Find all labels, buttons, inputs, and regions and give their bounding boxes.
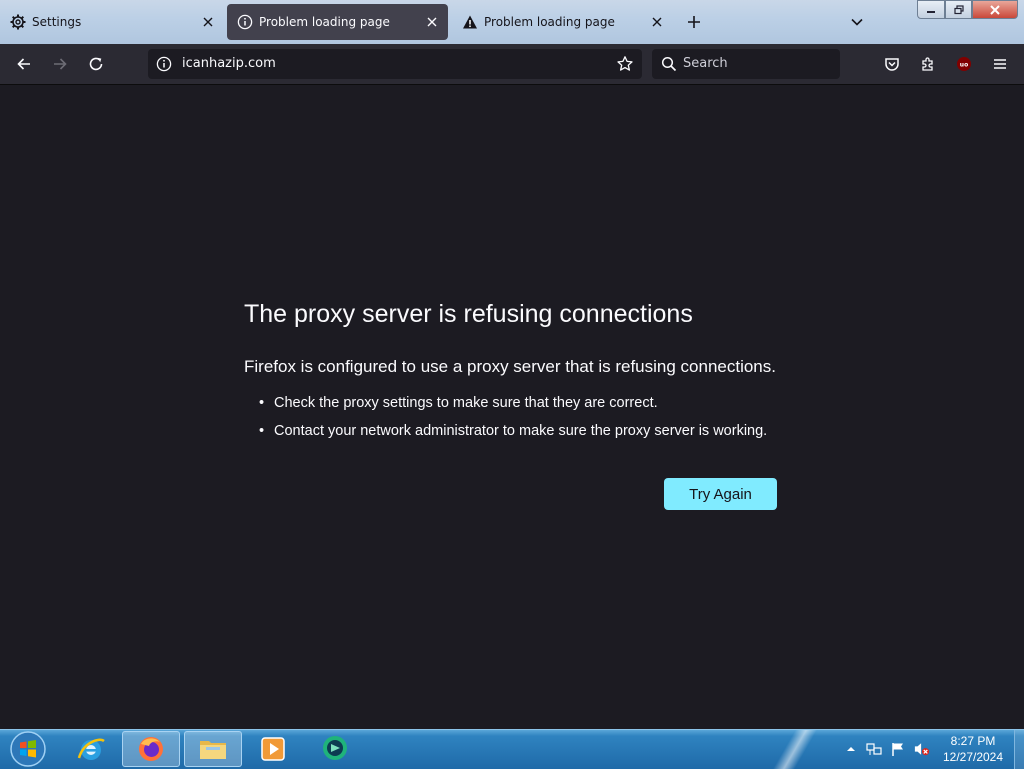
arrow-right-icon — [54, 58, 67, 70]
tab-settings[interactable]: Settings — [0, 4, 224, 40]
network-icon[interactable] — [866, 741, 882, 757]
error-page: The proxy server is refusing connections… — [0, 85, 1024, 729]
chat-app-icon — [323, 736, 347, 760]
search-placeholder: Search — [683, 56, 728, 71]
back-button[interactable] — [12, 52, 36, 76]
folder-icon — [200, 741, 226, 759]
chevron-up-icon — [847, 747, 855, 751]
taskbar-glare — [770, 730, 820, 769]
close-icon[interactable] — [649, 14, 665, 30]
app-menu-button[interactable] — [988, 52, 1012, 76]
media-player-icon — [261, 737, 285, 761]
close-icon[interactable] — [424, 14, 440, 30]
search-icon — [661, 56, 677, 76]
suggestion-text: Check the proxy settings to make sure th… — [274, 395, 658, 411]
url-bar[interactable]: icanhazip.com — [148, 49, 642, 79]
media-player-taskbar-button[interactable] — [244, 731, 302, 767]
pocket-button[interactable] — [880, 52, 904, 76]
tab-problem-loading[interactable]: Problem loading page — [452, 4, 673, 40]
windows-taskbar: 8:27 PM 12/27/2024 — [0, 729, 1024, 769]
system-clock[interactable]: 8:27 PM 12/27/2024 — [936, 733, 1010, 765]
hamburger-menu-icon — [994, 59, 1006, 69]
file-explorer-taskbar-button[interactable] — [184, 731, 242, 767]
error-description: Firefox is configured to use a proxy ser… — [244, 357, 776, 376]
new-tab-button[interactable] — [684, 12, 704, 32]
start-button[interactable] — [0, 731, 56, 767]
url-text[interactable]: icanhazip.com — [182, 56, 276, 71]
close-icon — [990, 4, 1000, 15]
navigation-toolbar: icanhazip.com Search uo — [0, 44, 1024, 85]
list-all-tabs-button[interactable] — [847, 12, 867, 32]
extensions-button[interactable] — [916, 52, 940, 76]
plus-icon — [688, 16, 700, 28]
error-title: The proxy server is refusing connections — [244, 300, 693, 328]
clock-time: 8:27 PM — [950, 734, 996, 748]
warning-icon — [462, 14, 478, 30]
restore-icon — [953, 4, 964, 14]
restore-button[interactable] — [945, 0, 972, 19]
show-hidden-icons-button[interactable] — [843, 741, 859, 757]
site-info-icon[interactable] — [156, 56, 172, 76]
internet-explorer-taskbar-button[interactable] — [62, 731, 120, 767]
tab-label: Settings — [32, 15, 82, 29]
list-item: • Contact your network administrator to m… — [259, 423, 768, 439]
arrow-left-icon — [17, 58, 30, 70]
clock-date: 12/27/2024 — [942, 750, 1004, 764]
puzzle-icon — [922, 57, 933, 71]
list-item: • Check the proxy settings to make sure t… — [259, 395, 658, 411]
minimize-button[interactable] — [917, 0, 945, 19]
tab-problem-loading-active[interactable]: Problem loading page — [227, 4, 448, 40]
tab-label: Problem loading page — [484, 15, 615, 29]
suggestion-text: Contact your network administrator to ma… — [274, 423, 768, 439]
ublock-origin-button[interactable]: uo — [952, 52, 976, 76]
messenger-taskbar-button[interactable] — [306, 731, 364, 767]
error-suggestions: • Check the proxy settings to make sure t… — [259, 395, 767, 451]
action-center-flag-icon[interactable] — [890, 741, 906, 757]
reload-icon — [89, 57, 103, 71]
pocket-icon — [885, 58, 899, 71]
try-again-button[interactable]: Try Again — [664, 478, 777, 510]
volume-muted-icon[interactable] — [914, 741, 930, 757]
info-icon — [237, 14, 253, 30]
gear-icon — [10, 14, 26, 30]
windows-start-icon — [10, 731, 46, 767]
close-window-button[interactable] — [972, 0, 1018, 19]
star-icon[interactable] — [616, 55, 634, 77]
tab-strip: Settings Problem loading page Problem lo… — [0, 0, 1024, 44]
ublock-origin-icon: uo — [957, 57, 971, 71]
svg-text:uo: uo — [960, 62, 968, 69]
internet-explorer-icon — [77, 738, 105, 760]
firefox-icon — [139, 737, 163, 761]
chevron-down-icon — [851, 18, 863, 26]
search-input[interactable]: Search — [652, 49, 840, 79]
show-desktop-button[interactable] — [1014, 730, 1024, 769]
minimize-icon — [927, 10, 935, 13]
reload-button[interactable] — [84, 52, 108, 76]
firefox-taskbar-button[interactable] — [122, 731, 180, 767]
forward-button[interactable] — [48, 52, 72, 76]
close-icon[interactable] — [200, 14, 216, 30]
tab-label: Problem loading page — [259, 15, 390, 29]
